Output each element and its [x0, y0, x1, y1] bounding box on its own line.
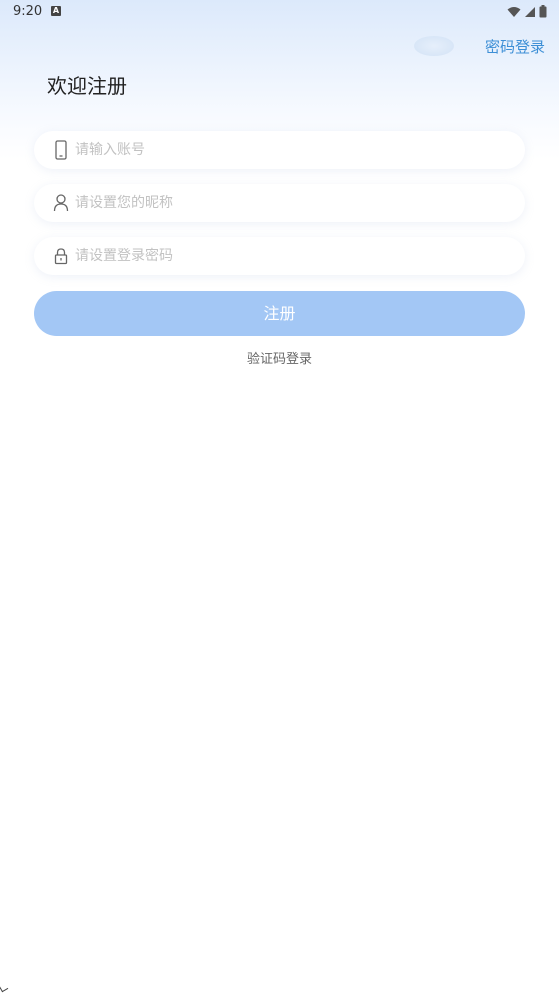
password-login-link[interactable]: 密码登录 — [485, 36, 545, 57]
register-button[interactable]: 注册 — [34, 291, 525, 336]
nickname-field[interactable] — [34, 184, 525, 222]
verification-code-login-link[interactable]: 验证码登录 — [0, 348, 559, 367]
lock-icon — [54, 248, 68, 265]
password-input[interactable] — [75, 237, 495, 275]
status-bar: 9:20 A — [0, 0, 559, 24]
cellular-signal-icon — [525, 6, 535, 17]
notification-icon: A — [51, 6, 61, 16]
status-indicators — [507, 5, 547, 18]
nickname-input[interactable] — [75, 184, 495, 222]
account-input[interactable] — [75, 131, 495, 169]
password-field[interactable] — [34, 237, 525, 275]
battery-icon — [539, 5, 547, 18]
user-icon — [53, 194, 69, 212]
phone-icon — [55, 140, 67, 160]
cloud-decoration — [414, 36, 454, 56]
account-field[interactable] — [34, 131, 525, 169]
corner-mark-icon — [0, 982, 9, 993]
register-screen: 9:20 A 密码登录 欢迎注册 请输入账号 请设置您的昵称 注册 验证码登录 — [0, 0, 559, 993]
page-title: 欢迎注册 — [47, 74, 127, 98]
wifi-icon — [507, 6, 521, 17]
status-time: 9:20 — [13, 4, 43, 19]
